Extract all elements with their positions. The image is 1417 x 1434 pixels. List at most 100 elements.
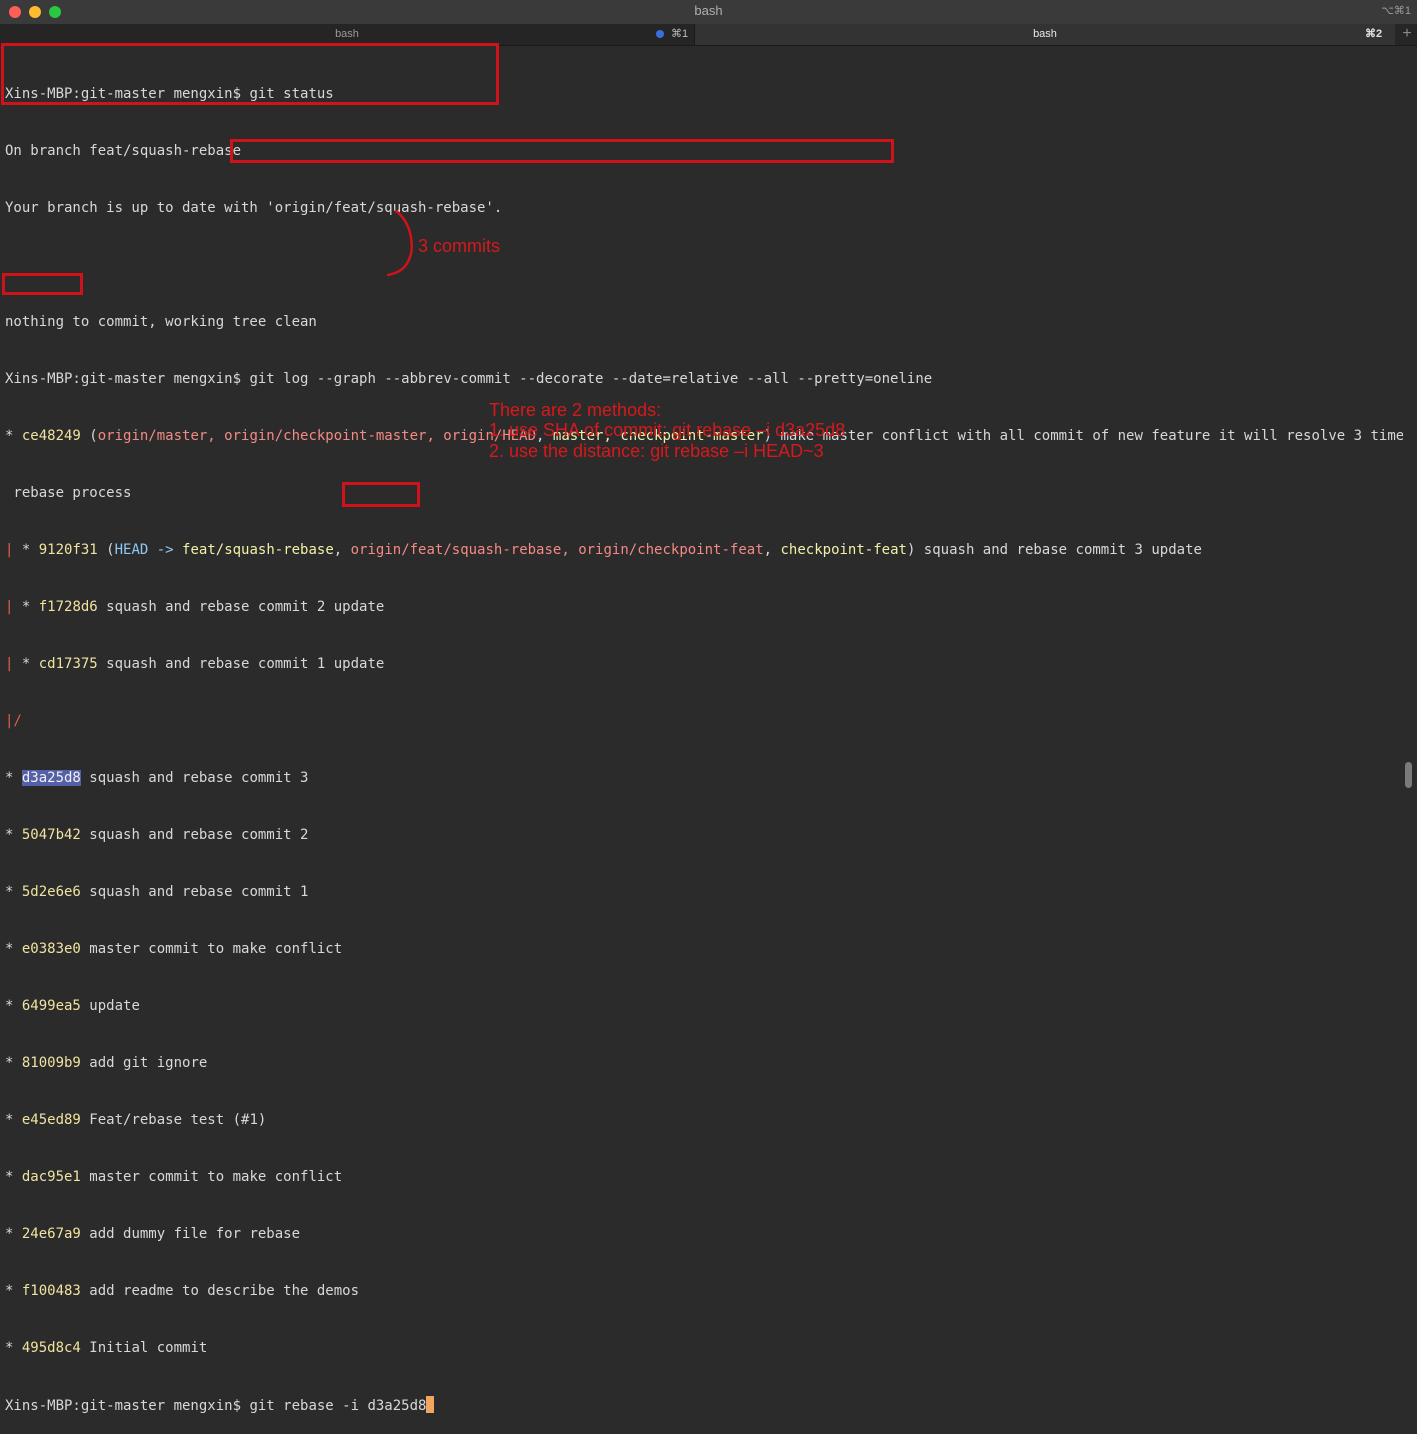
highlight-git-status [1,43,499,105]
log-line: * 5047b42 squash and rebase commit 2 [5,826,1403,845]
method-2: 2. use the distance: git rebase –i HEAD~… [489,441,824,461]
commit-hash: cd17375 [38,656,98,672]
commit-message: add readme to describe the demos [80,1283,360,1299]
remote-refs: origin/master, origin/checkpoint-master,… [97,428,537,444]
methods-title: There are 2 methods: [489,400,662,420]
log-line: * e0383e0 master commit to make conflict [5,940,1403,959]
commit-hash: 495d8c4 [21,1340,81,1356]
graph-star: * [5,1169,22,1185]
commit-hash: f1728d6 [38,599,98,615]
commit-message: add dummy file for rebase [80,1226,301,1242]
commit-hash: 6499ea5 [21,998,81,1014]
commit-message: master commit to make conflict [80,1169,343,1185]
commit-hash: dac95e1 [21,1169,81,1185]
highlight-rebase-target [342,482,420,507]
commit-message: make master conflict with all commit of … [772,428,1403,444]
commit-message: update [80,998,140,1014]
commit-message: squash and rebase commit 2 [80,827,309,843]
terminal-line: Your branch is up to date with 'origin/f… [5,200,503,216]
terminal-line: Xins-MBP:git-master mengxin$ git log --g… [5,370,1403,389]
method-1: 1. use SHA of commit: git rebase –i d3a2… [489,420,846,440]
graph-star: * [5,998,22,1014]
graph-star: * [13,542,39,558]
commit-hash: 5d2e6e6 [21,884,81,900]
graph-star: * [5,1226,22,1242]
log-line: * f100483 add readme to describe the dem… [5,1282,1403,1301]
log-line-continued: rebase process [5,485,132,501]
activity-dot-icon [656,30,664,38]
commit-hash: ce48249 [21,428,81,444]
commit-message: Feat/rebase test (#1) [80,1112,267,1128]
terminal-line: nothing to commit, working tree clean [5,314,317,330]
commit-message: master commit to make conflict [80,941,343,957]
graph-star: * [5,770,22,786]
vertical-scrollbar[interactable] [1405,762,1412,788]
commits-count-label: 3 commits [418,236,501,256]
graph-star: * [5,1112,22,1128]
local-refs: checkpoint-feat [780,542,907,558]
log-line: | * cd17375 squash and rebase commit 1 u… [5,655,1403,674]
title-bar: bash ⌥⌘1 [0,0,1417,25]
graph-star: * [13,599,39,615]
tab-bash-1[interactable]: bash ⌘1 [0,24,695,45]
remote-refs: origin/feat/squash-rebase, origin/checkp… [350,542,764,558]
log-line: * 495d8c4 Initial commit [5,1339,1403,1358]
window-shortcut: ⌥⌘1 [1381,5,1411,17]
graph-star: * [5,941,22,957]
commit-hash: f100483 [21,1283,81,1299]
graph-star: * [5,1055,22,1071]
command-text: git log --graph --abbrev-commit --decora… [241,371,932,387]
graph-star: * [5,428,22,444]
log-line: * 24e67a9 add dummy file for rebase [5,1225,1403,1244]
graph-star: * [5,1340,22,1356]
tab-label: bash [335,28,359,40]
plus-icon[interactable]: + [1397,24,1417,45]
log-line: * e45ed89 Feat/rebase test (#1) [5,1111,1403,1130]
commit-message: squash and rebase commit 1 [80,884,309,900]
graph-star: * [13,656,39,672]
shell-prompt: Xins-MBP:git-master mengxin$ [5,371,242,387]
log-line: |/ [5,712,1403,731]
tab-bash-2[interactable]: bash ⌘2 [695,24,1395,45]
commit-hash-selected[interactable]: d3a25d8 [21,770,81,786]
shell-prompt: Xins-MBP:git-master mengxin$ [5,1398,242,1414]
commit-hash: e45ed89 [21,1112,81,1128]
commit-message: add git ignore [80,1055,208,1071]
graph-merge-line: |/ [5,713,22,729]
graph-star: * [5,1283,22,1299]
tab-shortcut: ⌘2 [1365,28,1383,40]
log-line: * d3a25d8 squash and rebase commit 3 [5,769,1403,788]
log-line: * 5d2e6e6 squash and rebase commit 1 [5,883,1403,902]
brace-annotation [386,209,413,277]
commit-hash: 24e67a9 [21,1226,81,1242]
git-log-command: git log --graph --abbrev-commit --decora… [249,371,933,387]
refs-open: ( [80,428,98,444]
graph-star: * [5,884,22,900]
log-line: | * f1728d6 squash and rebase commit 2 u… [5,598,1403,617]
commit-message: squash and rebase commit 1 update [97,656,385,672]
commit-message: Initial commit [80,1340,208,1356]
log-line: * dac95e1 master commit to make conflict [5,1168,1403,1187]
head-ref: HEAD -> [114,542,183,558]
terminal-output[interactable]: Xins-MBP:git-master mengxin$ git status … [5,47,1403,1434]
commit-hash: 5047b42 [21,827,81,843]
commit-hash: e0383e0 [21,941,81,957]
log-line: * 6499ea5 update [5,997,1403,1016]
log-line: * 81009b9 add git ignore [5,1054,1403,1073]
commit-hash: 9120f31 [38,542,98,558]
tab-label: bash [1033,28,1057,40]
graph-star: * [5,827,22,843]
log-line: | * 9120f31 (HEAD -> feat/squash-rebase,… [5,542,1202,558]
branch-ref: feat/squash-rebase [182,542,334,558]
rebase-target-hash: d3a25d8 [367,1398,427,1414]
command-text: git rebase -i [241,1398,368,1414]
highlight-selected-hash [2,273,83,295]
highlight-git-log-command [230,139,894,163]
tab-shortcut: ⌘1 [671,28,689,40]
text-cursor [426,1396,435,1413]
commit-hash: 81009b9 [21,1055,81,1071]
terminal-input-line[interactable]: Xins-MBP:git-master mengxin$ git rebase … [5,1396,1403,1415]
commit-message: squash and rebase commit 2 update [97,599,385,615]
commit-message: squash and rebase commit 3 update [915,542,1202,558]
